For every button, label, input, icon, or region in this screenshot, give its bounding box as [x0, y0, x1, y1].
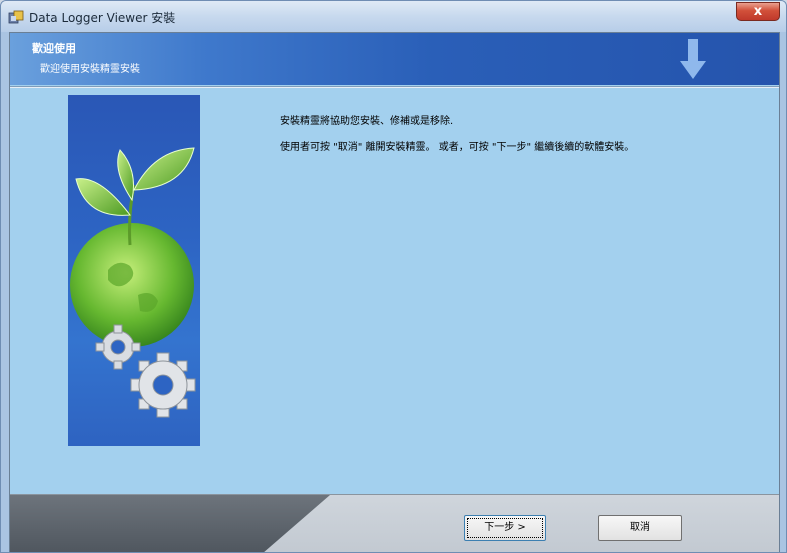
- installer-app-icon: [8, 10, 24, 24]
- welcome-content: 安裝精靈將協助您安裝、修補或是移除. 使用者可按 "取消" 離開安裝精靈。 或者…: [10, 88, 779, 494]
- button-bar: 下一步 > 取消: [10, 494, 779, 552]
- footer-decoration: [10, 495, 330, 552]
- header-banner: 歡迎使用 歡迎使用安裝精靈安裝: [10, 33, 779, 85]
- title-bar[interactable]: Data Logger Viewer 安裝 x: [1, 1, 786, 32]
- next-button[interactable]: 下一步 >: [464, 515, 546, 541]
- close-icon: x: [753, 4, 763, 19]
- page-title: 歡迎使用: [32, 42, 76, 55]
- installer-client-area: 歡迎使用 歡迎使用安裝精靈安裝 安裝精靈將協助您安裝、修補或是移除. 使用者可按…: [9, 32, 780, 552]
- window-title: Data Logger Viewer 安裝: [29, 11, 176, 25]
- installer-window: Data Logger Viewer 安裝 x 歡迎使用 歡迎使用安裝精靈安裝: [0, 0, 787, 553]
- close-button[interactable]: x: [736, 2, 780, 21]
- globe-plant-gears-illustration: [70, 147, 196, 418]
- instruction-paragraph: 使用者可按 "取消" 離開安裝精靈。 或者，可按 "下一步" 繼續後續的軟體安裝…: [280, 142, 635, 153]
- down-arrow-icon: [680, 39, 706, 79]
- page-subtitle: 歡迎使用安裝精靈安裝: [40, 64, 140, 75]
- welcome-text: 安裝精靈將協助您安裝、修補或是移除. 使用者可按 "取消" 離開安裝精靈。 或者…: [280, 115, 660, 167]
- cancel-button[interactable]: 取消: [598, 515, 682, 541]
- welcome-side-image: [68, 95, 200, 446]
- intro-paragraph: 安裝精靈將協助您安裝、修補或是移除.: [280, 116, 454, 127]
